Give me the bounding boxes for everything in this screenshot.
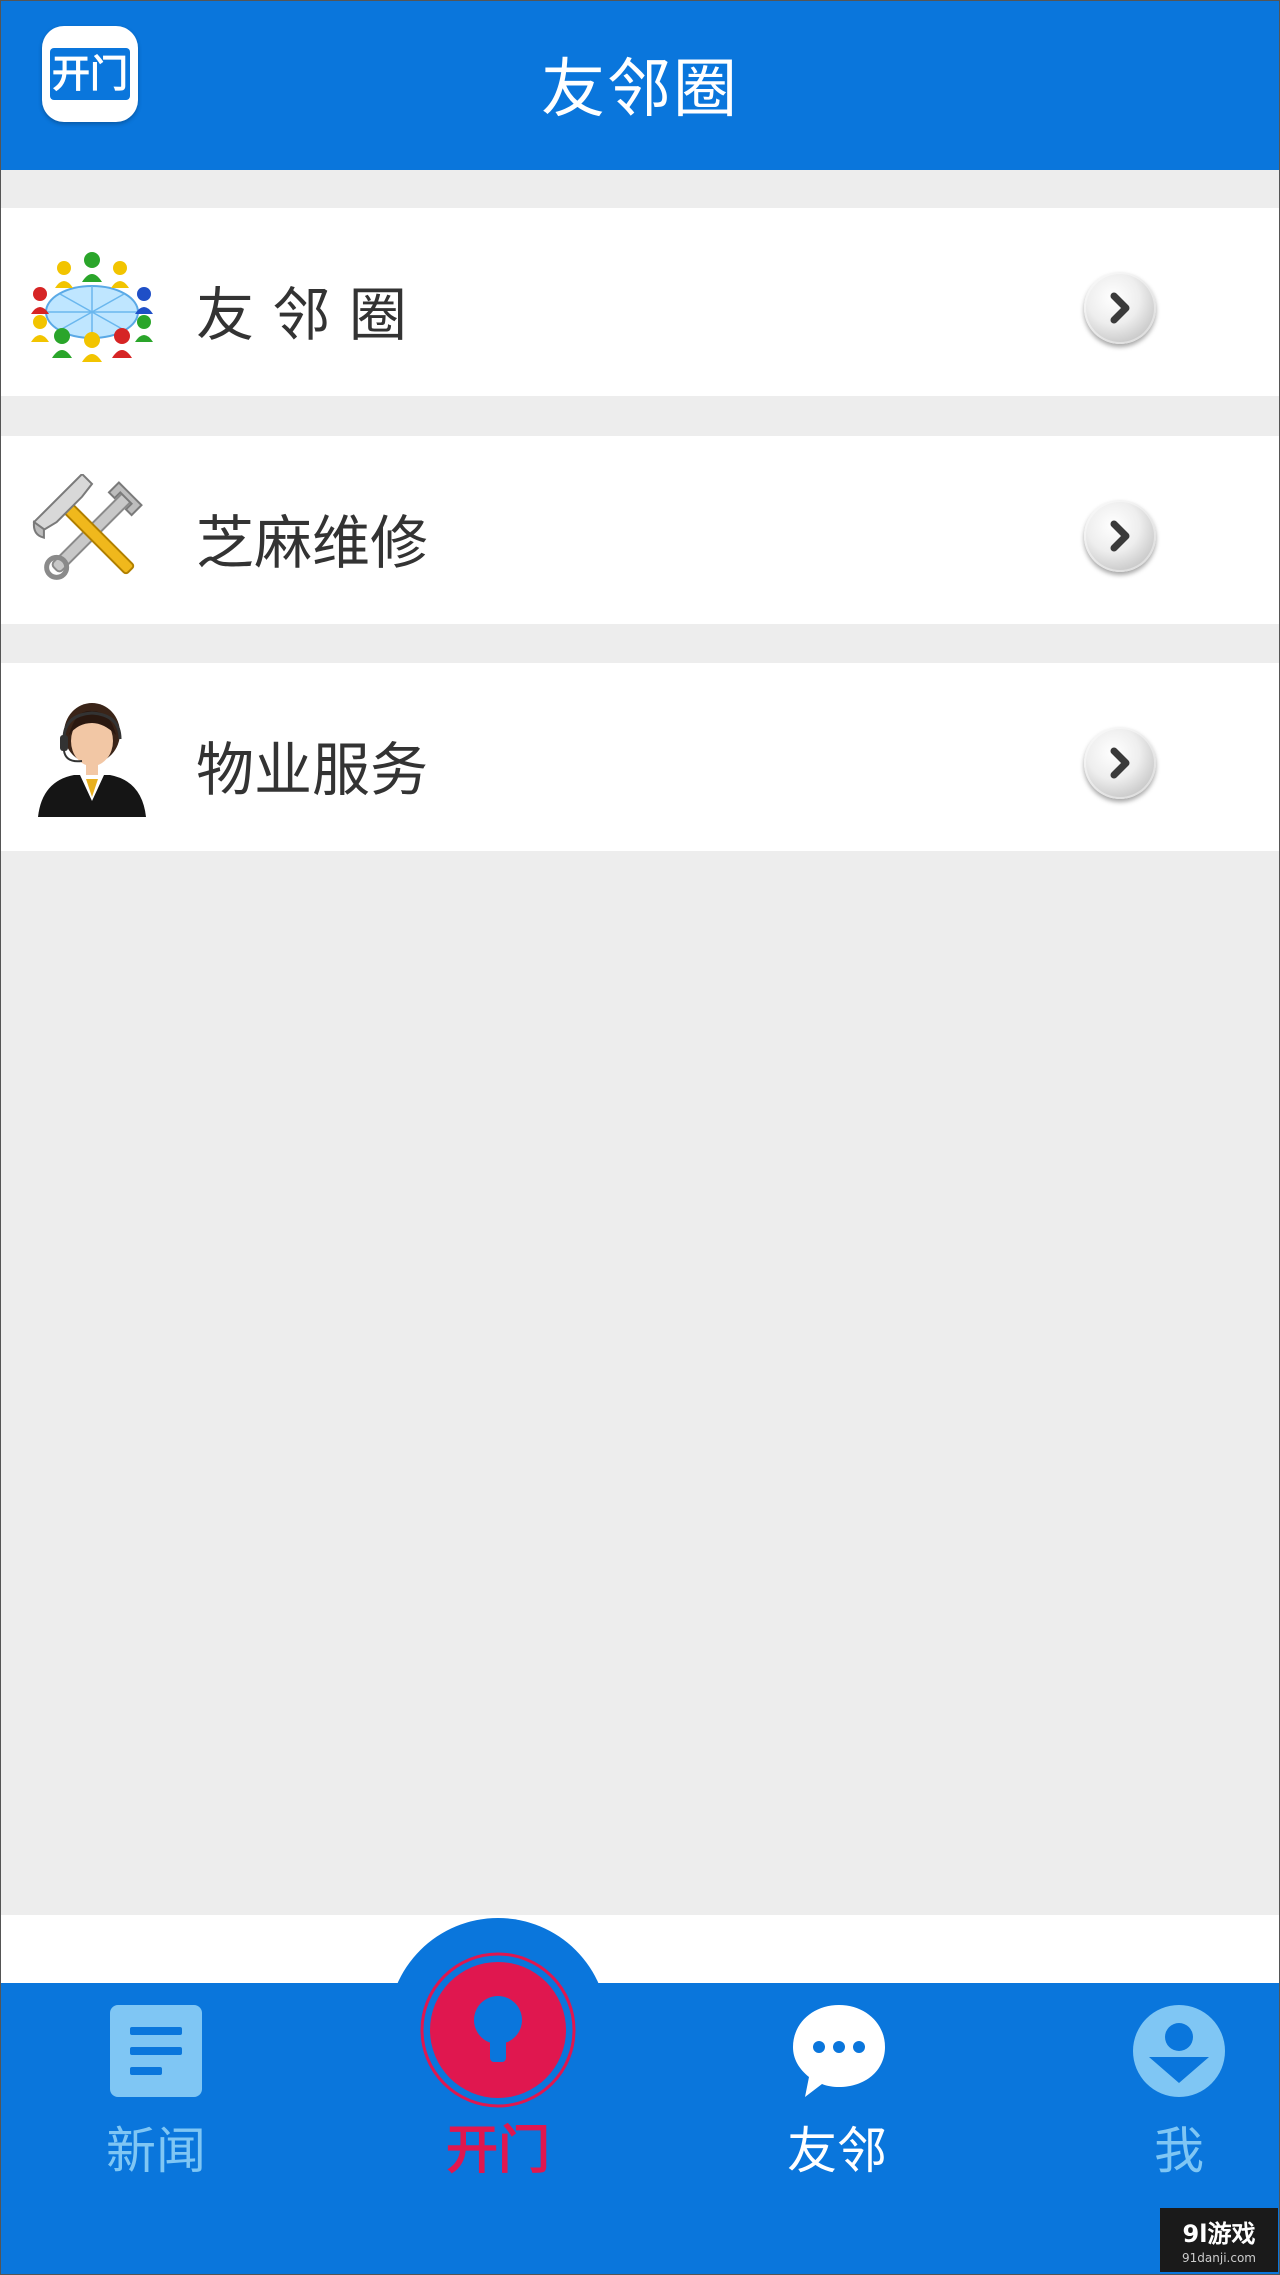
watermark-main: 9l游戏 <box>1182 2220 1256 2248</box>
chevron-right-icon <box>1084 272 1156 344</box>
tab-label: 新闻 <box>106 2122 206 2180</box>
menu-item-property-service[interactable]: 物业服务 <box>0 663 1280 851</box>
profile-icon <box>1133 2005 1225 2097</box>
chevron-right-icon <box>1084 727 1156 799</box>
repair-tools-icon <box>32 474 143 580</box>
chat-bubble-icon <box>793 2005 885 2097</box>
tab-label: 友邻 <box>787 2122 887 2180</box>
menu-item-label: 芝麻维修 <box>196 509 429 577</box>
tab-open-door[interactable]: 开门 <box>378 1940 618 2200</box>
tab-friends[interactable]: 友邻 <box>717 1983 957 2213</box>
top-app-bar: 开门 友邻圈 <box>0 0 1280 170</box>
watermark-sub: 91danji.com <box>1182 2251 1256 2265</box>
site-watermark: 9l游戏 91danji.com <box>1160 2208 1278 2272</box>
page-title: 友邻圈 <box>541 53 739 127</box>
chevron-right-icon <box>1084 500 1156 572</box>
menu-item-repair[interactable]: 芝麻维修 <box>0 436 1280 624</box>
menu-item-neighbor-circle[interactable]: 友 邻 圈 <box>0 208 1280 396</box>
news-icon <box>110 2005 202 2097</box>
menu-item-label: 友 邻 圈 <box>196 281 407 349</box>
menu-item-label: 物业服务 <box>196 736 429 804</box>
door-unlock-icon <box>420 1952 576 2108</box>
content-bottom-strip <box>0 1915 1280 1985</box>
tab-me[interactable]: 我 <box>1059 1983 1280 2213</box>
customer-service-icon <box>38 703 146 817</box>
community-network-icon <box>31 252 153 362</box>
tab-label: 我 <box>1154 2122 1204 2180</box>
tab-news[interactable]: 新闻 <box>36 1983 276 2213</box>
tab-label: 开门 <box>445 2121 550 2181</box>
